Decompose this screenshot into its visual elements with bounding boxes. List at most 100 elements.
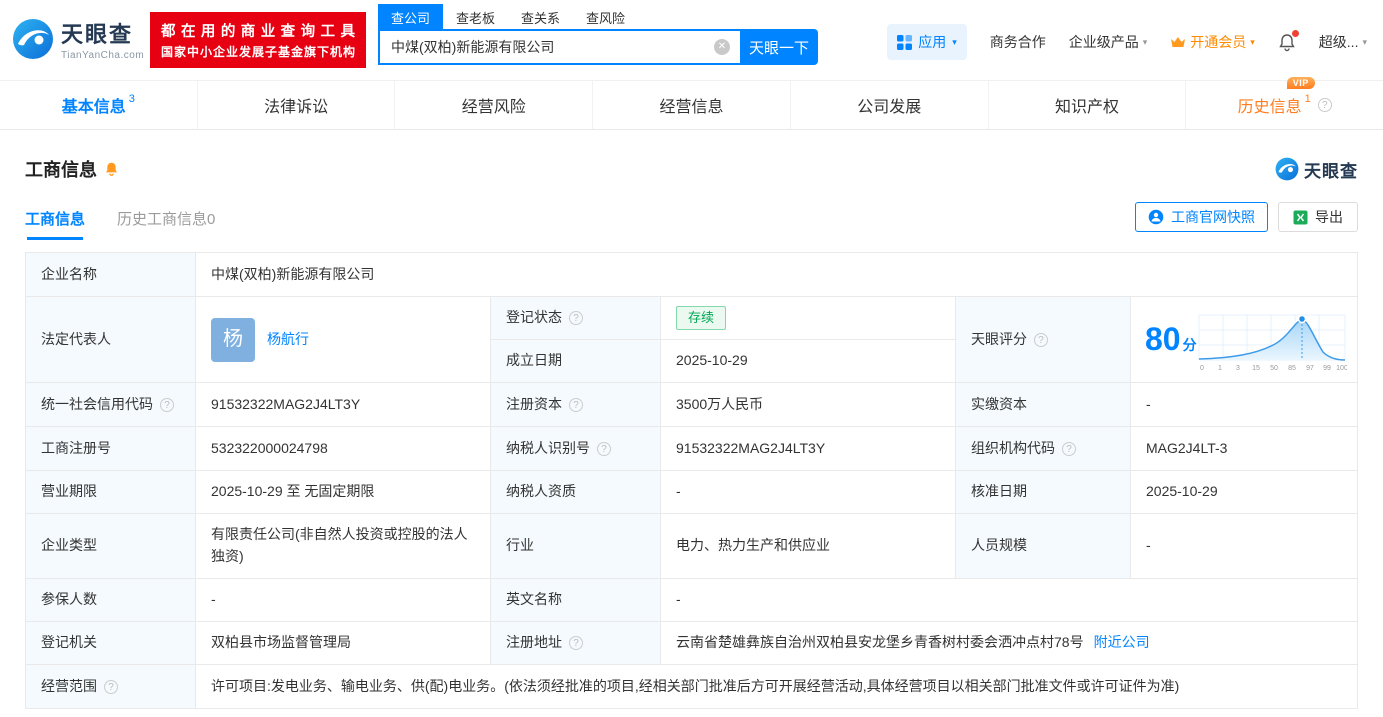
tab-legal-proceedings[interactable]: 法律诉讼 bbox=[197, 81, 395, 129]
value-registration-number: 532322000024798 bbox=[196, 427, 491, 471]
label-taxpayer-id: 纳税人识别号? bbox=[491, 427, 661, 471]
watermark-logo-icon bbox=[1275, 157, 1299, 181]
tab-business-info[interactable]: 经营信息 bbox=[592, 81, 790, 129]
search-tab-relation[interactable]: 查关系 bbox=[508, 4, 573, 29]
help-icon[interactable]: ? bbox=[569, 311, 583, 325]
value-registered-capital: 3500万人民币 bbox=[661, 383, 956, 427]
banner-line2: 国家中小企业发展子基金旗下机构 bbox=[161, 43, 355, 60]
label-organization-code: 组织机构代码? bbox=[956, 427, 1131, 471]
status-badge: 存续 bbox=[676, 306, 726, 330]
label-company-type: 企业类型 bbox=[26, 514, 196, 579]
label-approval-date: 核准日期 bbox=[956, 471, 1131, 514]
help-icon[interactable]: ? bbox=[1318, 98, 1332, 112]
search-tab-company[interactable]: 查公司 bbox=[378, 4, 443, 29]
apps-grid-icon bbox=[897, 35, 912, 50]
svg-text:99: 99 bbox=[1323, 365, 1331, 372]
value-industry: 电力、热力生产和供应业 bbox=[661, 514, 956, 579]
nav-super-vip[interactable]: 超级... ▾ bbox=[1319, 32, 1367, 52]
nearby-companies-link[interactable]: 附近公司 bbox=[1094, 632, 1150, 654]
value-registration-status: 存续 bbox=[661, 297, 956, 340]
watermark-text: 天眼查 bbox=[1304, 157, 1358, 182]
tab-intellectual-property[interactable]: 知识产权 bbox=[988, 81, 1186, 129]
nav-open-vip[interactable]: 开通会员 ▾ bbox=[1170, 32, 1255, 52]
business-info-section-header: 工商信息 天眼查 bbox=[25, 156, 1358, 182]
search-tab-boss[interactable]: 查老板 bbox=[443, 4, 508, 29]
help-icon[interactable]: ? bbox=[569, 636, 583, 650]
tab-company-development[interactable]: 公司发展 bbox=[790, 81, 988, 129]
label-business-term: 营业期限 bbox=[26, 471, 196, 514]
svg-text:1: 1 bbox=[1218, 365, 1222, 372]
nav-business-cooperation[interactable]: 商务合作 bbox=[990, 32, 1046, 52]
logo-title: 天眼查 bbox=[61, 17, 144, 49]
snapshot-badge-icon bbox=[1148, 209, 1164, 225]
svg-text:85: 85 bbox=[1288, 365, 1296, 372]
help-icon[interactable]: ? bbox=[104, 680, 118, 694]
tab-basic-info[interactable]: 基本信息3 bbox=[0, 81, 197, 129]
score-unit: 分 bbox=[1183, 337, 1197, 353]
search-tab-risk[interactable]: 查风险 bbox=[573, 4, 638, 29]
help-icon[interactable]: ? bbox=[160, 398, 174, 412]
label-registered-capital: 注册资本? bbox=[491, 383, 661, 427]
section-title: 工商信息 bbox=[25, 156, 97, 182]
value-registration-authority: 双柏县市场监督管理局 bbox=[196, 622, 491, 665]
value-approval-date: 2025-10-29 bbox=[1131, 471, 1358, 514]
label-business-scope: 经营范围? bbox=[26, 665, 196, 709]
logo-domain: TianYanCha.com bbox=[61, 50, 144, 61]
tianyancha-watermark: 天眼查 bbox=[1275, 157, 1358, 182]
svg-text:97: 97 bbox=[1306, 365, 1314, 372]
apps-button[interactable]: 应用 ▾ bbox=[887, 24, 967, 60]
logo-icon bbox=[12, 18, 54, 60]
help-icon[interactable]: ? bbox=[569, 398, 583, 412]
main-tab-bar: 基本信息3 法律诉讼 经营风险 经营信息 公司发展 知识产权 VIP 历史信息1… bbox=[0, 80, 1383, 130]
value-business-scope: 许可项目:发电业务、输电业务、供(配)电业务。(依法须经批准的项目,经相关部门批… bbox=[196, 665, 1358, 709]
label-insured-count: 参保人数 bbox=[26, 579, 196, 622]
subtab-row: 工商信息 历史工商信息0 工商官网快照 导出 bbox=[25, 202, 1358, 240]
official-snapshot-button[interactable]: 工商官网快照 bbox=[1135, 202, 1268, 232]
label-tianyan-score: 天眼评分? bbox=[956, 297, 1131, 383]
label-establish-date: 成立日期 bbox=[491, 340, 661, 383]
help-icon[interactable]: ? bbox=[1062, 442, 1076, 456]
tab-history-info[interactable]: VIP 历史信息1 ? bbox=[1185, 81, 1383, 129]
value-taxpayer-id: 91532322MAG2J4LT3Y bbox=[661, 427, 956, 471]
search-button[interactable]: 天眼一下 bbox=[740, 29, 818, 65]
nav-enterprise-products[interactable]: 企业级产品 ▾ bbox=[1069, 32, 1148, 52]
svg-text:50: 50 bbox=[1270, 365, 1278, 372]
help-icon[interactable]: ? bbox=[1034, 333, 1048, 347]
value-registered-address: 云南省楚雄彝族自治州双柏县安龙堡乡青香树村委会洒冲点村78号 附近公司 bbox=[661, 622, 1358, 665]
value-company-name: 中煤(双柏)新能源有限公司 bbox=[196, 253, 1358, 297]
label-taxpayer-quality: 纳税人资质 bbox=[491, 471, 661, 514]
subtab-business-info[interactable]: 工商信息 bbox=[25, 208, 85, 240]
banner-line1: 都在用的商业查询工具 bbox=[161, 20, 355, 41]
svg-text:100: 100 bbox=[1336, 365, 1347, 372]
export-button[interactable]: 导出 bbox=[1278, 202, 1358, 232]
business-info-table: 企业名称 中煤(双柏)新能源有限公司 法定代表人 杨 杨航行 登记状态? 存续 … bbox=[25, 252, 1358, 709]
subtab-history-business-info[interactable]: 历史工商信息0 bbox=[117, 208, 215, 240]
subscribe-bell-icon[interactable] bbox=[104, 161, 119, 177]
label-english-name: 英文名称 bbox=[491, 579, 661, 622]
help-icon[interactable]: ? bbox=[597, 442, 611, 456]
svg-text:0: 0 bbox=[1200, 365, 1204, 372]
label-registration-authority: 登记机关 bbox=[26, 622, 196, 665]
caret-down-icon: ▾ bbox=[1250, 37, 1255, 48]
value-english-name: - bbox=[661, 579, 1358, 622]
value-tianyan-score[interactable]: 80分 0 1 3 15 50 85 9 bbox=[1131, 297, 1358, 383]
notification-bell[interactable] bbox=[1278, 33, 1296, 52]
legal-rep-avatar[interactable]: 杨 bbox=[211, 318, 255, 362]
promo-banner: 都在用的商业查询工具 国家中小企业发展子基金旗下机构 bbox=[150, 12, 366, 68]
legal-rep-link[interactable]: 杨航行 bbox=[267, 329, 309, 351]
score-distribution-chart: 0 1 3 15 50 85 97 99 100 bbox=[1197, 307, 1347, 373]
label-company-name: 企业名称 bbox=[26, 253, 196, 297]
search-input[interactable] bbox=[378, 29, 740, 65]
caret-down-icon: ▾ bbox=[952, 37, 957, 48]
caret-down-icon: ▾ bbox=[1362, 37, 1367, 48]
value-insured-count: - bbox=[196, 579, 491, 622]
tianyancha-logo[interactable]: 天眼查 TianYanCha.com bbox=[12, 17, 144, 61]
header-nav: 应用 ▾ 商务合作 企业级产品 ▾ 开通会员 ▾ 超级... ▾ bbox=[887, 24, 1367, 60]
top-header: 天眼查 TianYanCha.com 都在用的商业查询工具 国家中小企业发展子基… bbox=[0, 0, 1383, 80]
svg-text:15: 15 bbox=[1252, 365, 1260, 372]
excel-icon bbox=[1293, 210, 1308, 225]
value-credit-code: 91532322MAG2J4LT3Y bbox=[196, 383, 491, 427]
clear-icon[interactable]: ✕ bbox=[714, 39, 730, 55]
tab-operating-risk[interactable]: 经营风险 bbox=[394, 81, 592, 129]
value-legal-representative: 杨 杨航行 bbox=[196, 297, 491, 383]
